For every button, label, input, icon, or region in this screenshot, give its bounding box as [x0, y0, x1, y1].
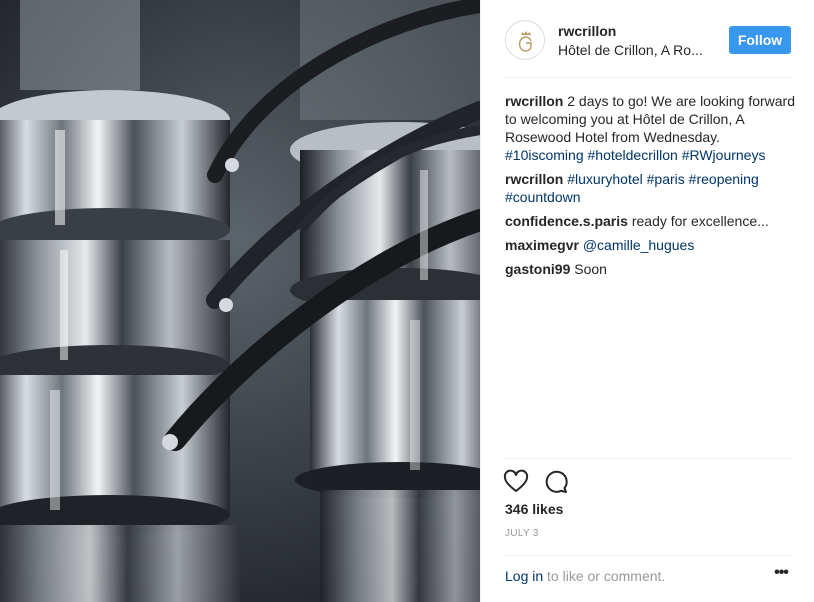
- caption: rwcrillon 2 days to go! We are looking f…: [505, 92, 795, 164]
- more-options-icon[interactable]: •••: [769, 564, 793, 584]
- comment-author[interactable]: confidence.s.paris: [505, 213, 628, 229]
- hashtag-link[interactable]: #countdown: [505, 189, 581, 205]
- login-prompt: Log in to like or comment. •••: [503, 555, 793, 595]
- hashtag-link[interactable]: #hoteldecrillon: [588, 147, 678, 163]
- post-date[interactable]: JULY 3: [505, 528, 539, 539]
- hashtag-link[interactable]: #paris: [647, 171, 685, 187]
- post-location[interactable]: Hôtel de Crillon, A Ro...: [558, 42, 703, 58]
- comment-item: gastoni99 Soon: [505, 260, 795, 278]
- hashtag-link[interactable]: #RWjourneys: [682, 147, 766, 163]
- caption-author[interactable]: rwcrillon: [505, 93, 563, 109]
- comment-text: ready for excellence...: [631, 213, 769, 229]
- login-rest-text: to like or comment.: [543, 568, 666, 584]
- crillon-logo-icon: [507, 22, 544, 59]
- likes-count[interactable]: 346 likes: [505, 501, 563, 517]
- comments-list: rwcrillon 2 days to go! We are looking f…: [505, 92, 795, 284]
- mention-link[interactable]: @camille_hugues: [583, 237, 695, 253]
- post-username[interactable]: rwcrillon: [558, 23, 616, 39]
- comment-author[interactable]: gastoni99: [505, 261, 570, 277]
- follow-button[interactable]: Follow: [729, 26, 791, 54]
- comment-author[interactable]: rwcrillon: [505, 171, 563, 187]
- post-header: rwcrillon Hôtel de Crillon, A Ro... Foll…: [503, 18, 793, 78]
- heart-icon[interactable]: [503, 469, 529, 495]
- hashtag-link[interactable]: #reopening: [689, 171, 759, 187]
- login-prompt-text: Log in to like or comment.: [505, 568, 665, 584]
- hashtag-link[interactable]: #10iscoming: [505, 147, 584, 163]
- avatar[interactable]: [505, 20, 545, 60]
- post-photo[interactable]: [0, 0, 480, 602]
- comment-item: confidence.s.paris ready for excellence.…: [505, 212, 795, 230]
- hashtag-link[interactable]: #luxuryhotel: [567, 171, 643, 187]
- comment-author[interactable]: maximegvr: [505, 237, 579, 253]
- comment-bubble-icon[interactable]: [543, 469, 569, 495]
- post-actions: 346 likes JULY 3 Log in to like or comme…: [503, 458, 793, 584]
- post-detail-panel: rwcrillon Hôtel de Crillon, A Ro... Foll…: [480, 0, 814, 602]
- comment-item: rwcrillon #luxuryhotel #paris #reopening…: [505, 170, 795, 206]
- comment-text: Soon: [574, 261, 607, 277]
- login-link[interactable]: Log in: [505, 568, 543, 584]
- comment-item: maximegvr @camille_hugues: [505, 236, 795, 254]
- saucepans-image: [0, 0, 480, 602]
